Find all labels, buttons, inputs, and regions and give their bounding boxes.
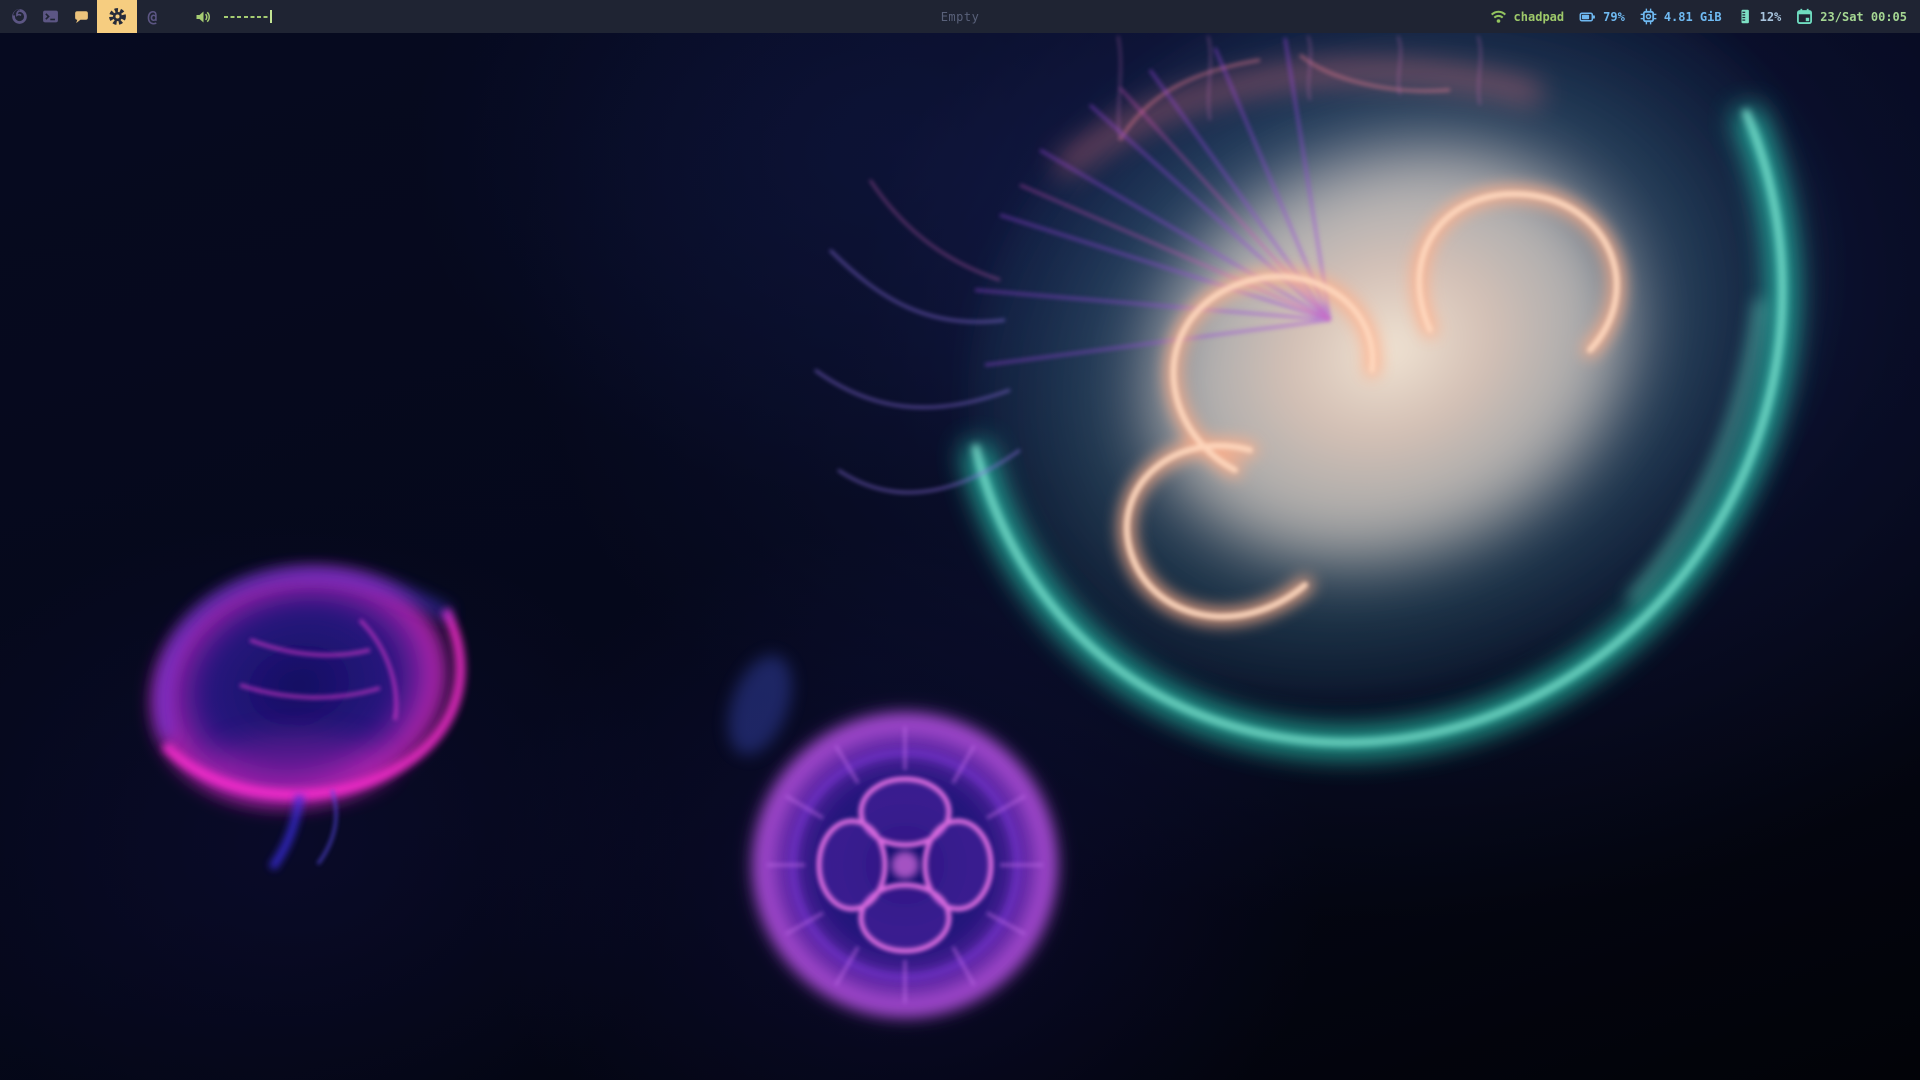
volume-slider-handle[interactable] xyxy=(270,10,272,23)
jellyfish-center xyxy=(716,647,1065,1025)
cpu-chip-icon xyxy=(1640,8,1657,25)
chat-icon xyxy=(73,8,90,25)
calendar-icon xyxy=(1796,8,1813,25)
desktop-wallpaper xyxy=(0,0,1920,1080)
status-widgets: chadpad 79% 4.81 GiB xyxy=(1490,8,1920,25)
battery-percent-label: 79% xyxy=(1603,10,1625,24)
memory-widget[interactable]: 4.81 GiB xyxy=(1640,8,1722,25)
clock-label: 23/Sat 00:05 xyxy=(1820,10,1907,24)
firefox-icon xyxy=(11,8,28,25)
battery-icon xyxy=(1579,9,1596,25)
memory-usage-label: 4.81 GiB xyxy=(1664,10,1722,24)
workspace-mail[interactable]: @ xyxy=(137,0,168,33)
volume-slider-track xyxy=(224,16,269,18)
workspace-terminal[interactable] xyxy=(35,0,66,33)
top-status-bar: @ Empty chadpad xyxy=(0,0,1920,33)
at-icon: @ xyxy=(148,7,158,26)
wifi-icon xyxy=(1490,9,1507,24)
cpu-widget[interactable]: 12% xyxy=(1737,8,1782,25)
battery-widget[interactable]: 79% xyxy=(1579,9,1625,25)
workspace-chat[interactable] xyxy=(66,0,97,33)
volume-widget[interactable] xyxy=(195,9,272,25)
workspace-settings[interactable] xyxy=(97,0,137,33)
gear-icon xyxy=(108,7,127,26)
workspace-browser[interactable] xyxy=(4,0,35,33)
workspace-groupbox: @ xyxy=(0,0,168,33)
jellyfish-left xyxy=(123,537,476,868)
jellyfish-large xyxy=(815,0,1920,835)
terminal-icon xyxy=(42,8,59,25)
network-name-label: chadpad xyxy=(1514,10,1565,24)
clock-widget[interactable]: 23/Sat 00:05 xyxy=(1796,8,1907,25)
ram-stick-icon xyxy=(1737,8,1753,25)
speaker-icon xyxy=(195,9,212,25)
volume-slider[interactable] xyxy=(224,10,272,23)
network-widget[interactable]: chadpad xyxy=(1490,9,1565,24)
cpu-percent-label: 12% xyxy=(1760,10,1782,24)
